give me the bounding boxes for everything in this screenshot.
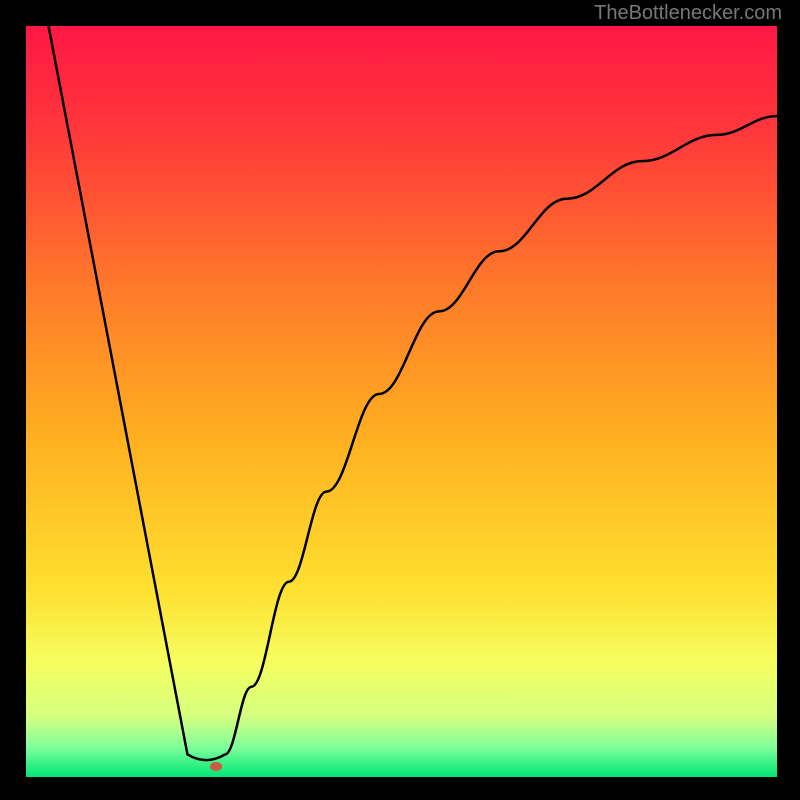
- chart-svg: [0, 0, 800, 800]
- optimal-marker: [210, 762, 222, 771]
- watermark-text: TheBottlenecker.com: [594, 2, 782, 25]
- chart-container: TheBottlenecker.com: [0, 0, 800, 800]
- plot-background: [26, 26, 777, 777]
